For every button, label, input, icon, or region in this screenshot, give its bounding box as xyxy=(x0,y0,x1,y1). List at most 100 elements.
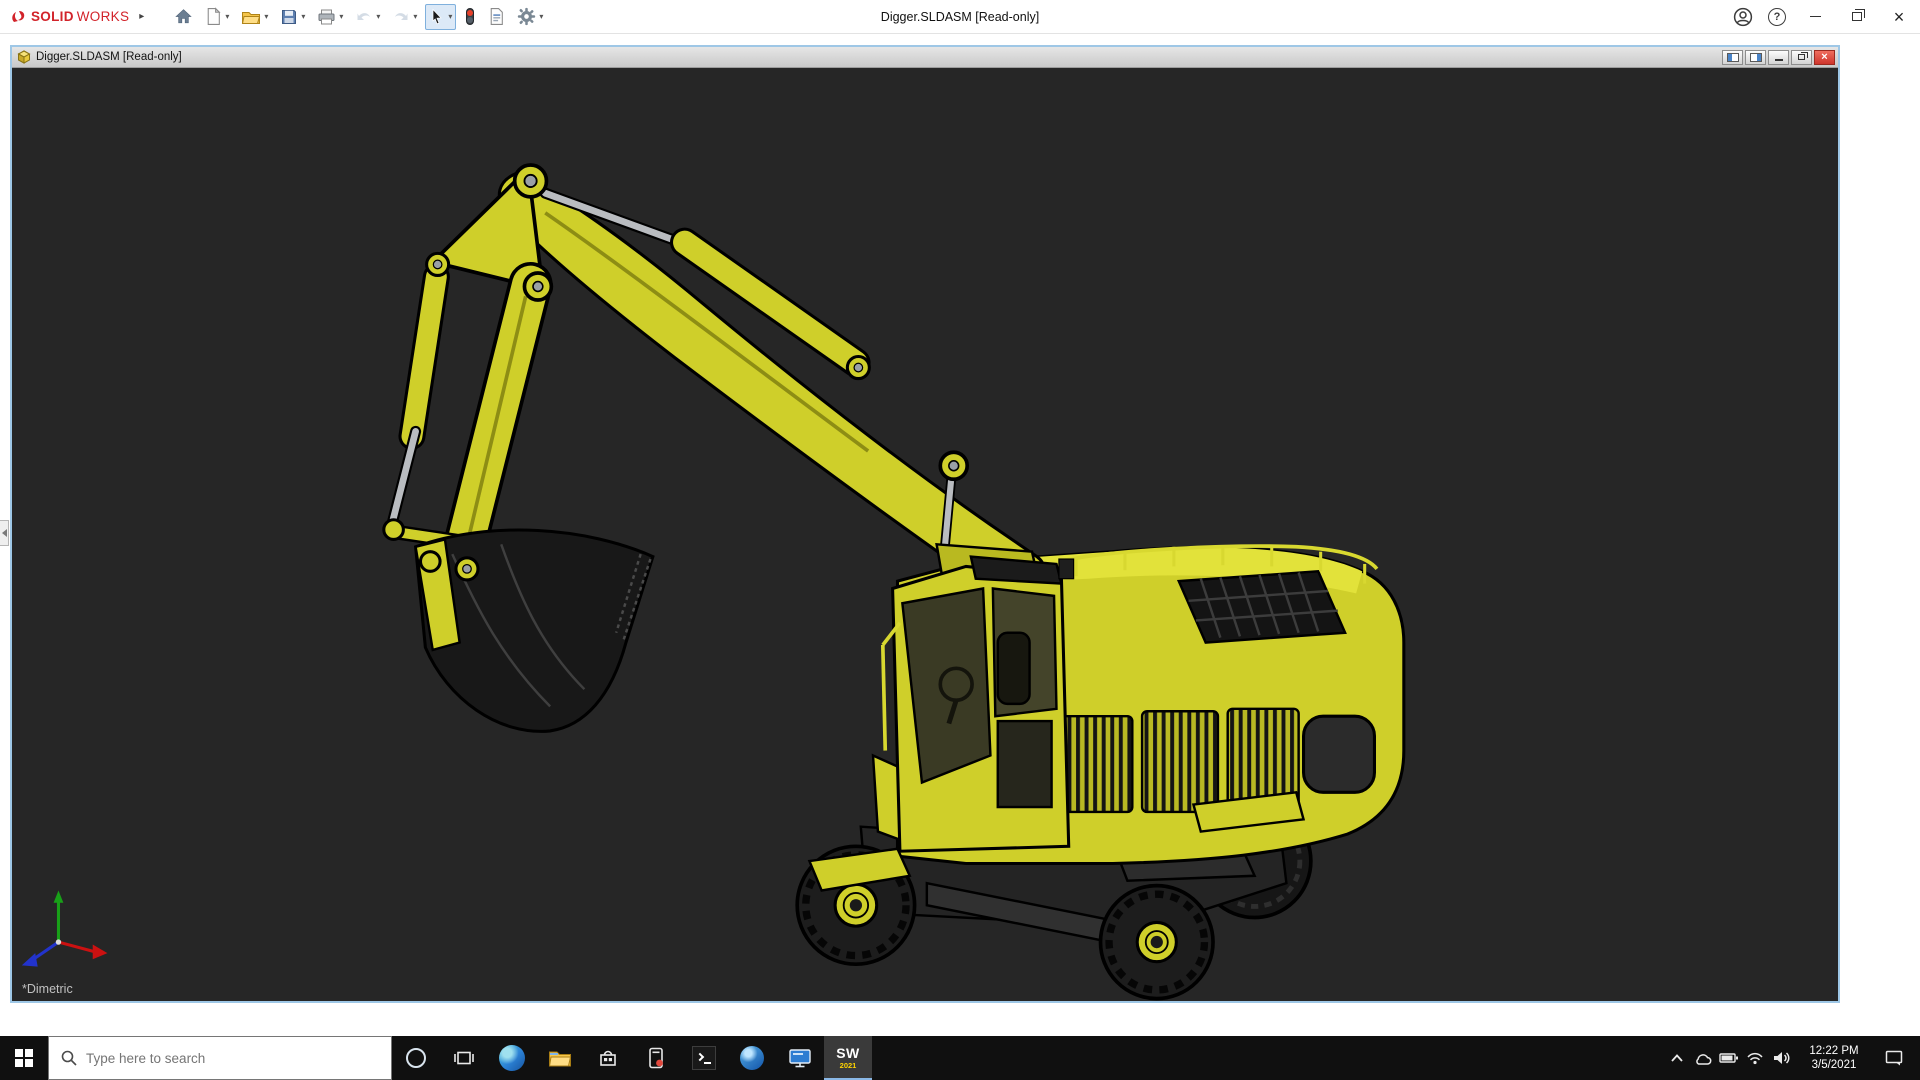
cloud-icon xyxy=(1693,1051,1713,1066)
new-document-button[interactable]: ▾ xyxy=(201,4,233,30)
pinned-app-icon-2 xyxy=(740,1046,764,1070)
clock-date: 3/5/2021 xyxy=(1812,1058,1857,1072)
pane-layout-left-button[interactable] xyxy=(1722,50,1743,65)
help-button[interactable]: ? xyxy=(1760,0,1794,34)
file-properties-button[interactable] xyxy=(484,4,509,30)
file-properties-icon xyxy=(488,7,505,26)
save-caret[interactable]: ▾ xyxy=(301,12,305,21)
front-right-wheel[interactable] xyxy=(1101,886,1214,999)
doc-close-button[interactable]: × xyxy=(1814,50,1835,65)
doc-restore-icon xyxy=(1798,54,1805,60)
print-caret[interactable]: ▾ xyxy=(339,12,343,21)
app-minimize-button[interactable] xyxy=(1794,0,1836,34)
pinned-app-button-1[interactable] xyxy=(632,1036,680,1080)
task-view-icon xyxy=(454,1049,474,1067)
home-icon xyxy=(174,7,193,26)
edge-icon xyxy=(499,1045,525,1071)
pinned-app-icon-1 xyxy=(647,1047,665,1069)
doc-minimize-icon xyxy=(1775,59,1783,61)
cortana-icon xyxy=(406,1048,426,1068)
clock-time: 12:22 PM xyxy=(1809,1044,1858,1058)
network-button[interactable] xyxy=(1742,1036,1768,1080)
document-titlebar[interactable]: Digger.SLDASM [Read-only] × xyxy=(12,47,1838,68)
file-explorer-button[interactable] xyxy=(536,1036,584,1080)
doc-restore-button[interactable] xyxy=(1791,50,1812,65)
select-caret[interactable]: ▾ xyxy=(448,12,452,21)
new-document-caret[interactable]: ▾ xyxy=(225,12,229,21)
undo-button[interactable]: ▾ xyxy=(351,4,384,30)
redo-icon xyxy=(392,9,410,25)
redo-caret[interactable]: ▾ xyxy=(413,12,417,21)
cab[interactable] xyxy=(873,557,1074,852)
select-button[interactable]: ▾ xyxy=(425,4,456,30)
help-icon: ? xyxy=(1768,8,1786,26)
app-close-button[interactable]: × xyxy=(1878,0,1920,34)
account-button[interactable] xyxy=(1726,0,1760,34)
app-titlebar[interactable]: SOLIDWORKS ▸ ▾ ▾ xyxy=(0,0,1920,34)
onedrive-button[interactable] xyxy=(1690,1036,1716,1080)
redo-button[interactable]: ▾ xyxy=(388,4,421,30)
search-input[interactable] xyxy=(86,1051,336,1066)
viewport-3d[interactable]: *Dimetric xyxy=(12,68,1838,1001)
battery-button[interactable] xyxy=(1716,1036,1742,1080)
search-icon xyxy=(61,1050,77,1066)
undo-icon xyxy=(355,9,373,25)
select-cursor-icon xyxy=(429,8,445,26)
home-button[interactable] xyxy=(170,4,197,30)
brand-name-light: WORKS xyxy=(77,9,130,24)
display-app-icon xyxy=(788,1048,812,1068)
options-button[interactable]: ▾ xyxy=(513,4,547,30)
bucket[interactable] xyxy=(384,520,653,732)
undo-caret[interactable]: ▾ xyxy=(376,12,380,21)
edge-button[interactable] xyxy=(488,1036,536,1080)
pane-layout-right-icon xyxy=(1750,53,1762,62)
open-folder-icon xyxy=(241,8,261,26)
doc-minimize-button[interactable] xyxy=(1768,50,1789,65)
store-button[interactable] xyxy=(584,1036,632,1080)
taskbar-search[interactable] xyxy=(48,1036,392,1080)
menu-expand-arrow[interactable]: ▸ xyxy=(139,11,144,22)
rebuild-button[interactable] xyxy=(460,4,480,30)
solidworks-app-icon: SW 2021 xyxy=(836,1046,860,1070)
options-caret[interactable]: ▾ xyxy=(539,12,543,21)
taskbar-clock[interactable]: 12:22 PM 3/5/2021 xyxy=(1794,1044,1874,1072)
minimize-icon xyxy=(1810,16,1821,18)
pinned-app-button-2[interactable] xyxy=(728,1036,776,1080)
assembly-document-icon xyxy=(17,50,31,64)
cortana-button[interactable] xyxy=(392,1036,440,1080)
app-titlebar-right: ? × xyxy=(1726,0,1920,34)
windows-start-icon xyxy=(15,1049,33,1067)
terminal-button[interactable] xyxy=(680,1036,728,1080)
rebuild-stoplight-icon xyxy=(464,7,476,26)
solidworks-logo-icon xyxy=(10,8,28,26)
document-window-buttons: × xyxy=(1722,50,1835,65)
open-button[interactable]: ▾ xyxy=(237,4,272,30)
action-center-button[interactable] xyxy=(1874,1036,1914,1080)
volume-button[interactable] xyxy=(1768,1036,1794,1080)
orientation-triad xyxy=(22,891,108,967)
view-orientation-label: *Dimetric xyxy=(22,982,73,996)
pane-layout-right-button[interactable] xyxy=(1745,50,1766,65)
print-button[interactable]: ▾ xyxy=(313,4,347,30)
hidden-icons-button[interactable] xyxy=(1664,1036,1690,1080)
system-tray: 12:22 PM 3/5/2021 xyxy=(1664,1036,1920,1080)
close-icon: × xyxy=(1894,8,1905,26)
terminal-icon xyxy=(692,1046,716,1070)
app-restore-button[interactable] xyxy=(1836,0,1878,34)
options-gear-icon xyxy=(517,7,536,26)
excavator-model[interactable] xyxy=(12,68,1838,1001)
taskbar: SW 2021 xyxy=(0,1036,1920,1080)
pane-layout-left-icon xyxy=(1727,53,1739,62)
task-view-button[interactable] xyxy=(440,1036,488,1080)
restore-icon xyxy=(1852,12,1862,21)
solidworks-app-button[interactable]: SW 2021 xyxy=(824,1036,872,1080)
display-app-button[interactable] xyxy=(776,1036,824,1080)
solidworks-logo: SOLIDWORKS xyxy=(10,8,129,26)
open-caret[interactable]: ▾ xyxy=(264,12,268,21)
start-button[interactable] xyxy=(0,1036,48,1080)
help-glyph: ? xyxy=(1774,11,1781,23)
solidworks-app-letters: SW xyxy=(836,1046,860,1060)
new-document-icon xyxy=(205,7,222,26)
collapsed-panel-tab[interactable] xyxy=(0,520,9,546)
save-button[interactable]: ▾ xyxy=(276,4,309,30)
